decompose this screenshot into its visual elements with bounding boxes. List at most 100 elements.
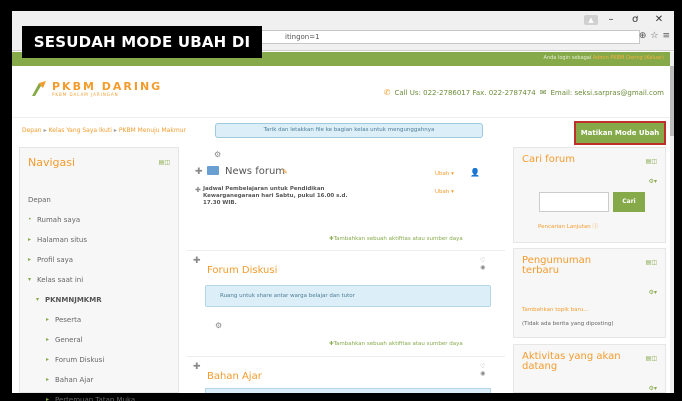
nav-item-profile[interactable]: ▸ Profil saya bbox=[28, 250, 176, 270]
browser-toolbar-icons: ⊕ ☆ ≡ bbox=[639, 31, 670, 41]
gear-icon[interactable]: ⚙ bbox=[215, 321, 222, 330]
section-title-materials[interactable]: Bahan Ajar bbox=[207, 371, 262, 382]
navigation-title: Navigasi bbox=[28, 156, 76, 169]
move-icon[interactable]: ✚ bbox=[193, 362, 201, 372]
chevron-down-icon: ▾ bbox=[36, 296, 40, 303]
user-icon[interactable]: 👤 bbox=[470, 168, 480, 177]
menu-icon[interactable]: ≡ bbox=[662, 31, 670, 41]
contact-info: ✆ Call Us: 022-2786017 Fax. 022-2787474 … bbox=[384, 88, 664, 97]
chevron-down-icon: ▾ bbox=[28, 276, 32, 283]
frame-left bbox=[0, 0, 12, 401]
gear-icon[interactable]: ⚙ bbox=[214, 150, 221, 159]
add-topic-link[interactable]: Tambahkan topik baru... bbox=[522, 307, 589, 313]
forum-icon bbox=[207, 166, 219, 175]
visibility-icon[interactable]: ♡ ◉ bbox=[480, 363, 485, 377]
nav-item-course-code[interactable]: ▾ PKNMNJMKMR bbox=[28, 290, 176, 310]
breadcrumb-item-course[interactable]: PKBM Menuju Makmur bbox=[119, 127, 186, 134]
minimize-button[interactable]: – bbox=[600, 13, 622, 27]
latest-news-title: Pengumuman terbaru bbox=[522, 255, 592, 276]
breadcrumb-separator: ▸ bbox=[43, 127, 47, 134]
visibility-icon[interactable]: ♡ ◉ bbox=[480, 257, 485, 271]
login-prefix: Anda login sebagai bbox=[543, 55, 592, 61]
chevron-right-icon: ▸ bbox=[46, 396, 50, 401]
block-controls-icon[interactable]: ▤◫ bbox=[159, 159, 170, 166]
logo-icon bbox=[30, 80, 48, 98]
chevron-right-icon: ▸ bbox=[46, 316, 50, 323]
site-header: PKBM DARING PKBM DALAM JARINGAN ✆ Call U… bbox=[12, 66, 674, 116]
upcoming-events-block: Aktivitas yang akan datang ▤◫ ⚙▾ bbox=[513, 344, 666, 393]
caption-banner: SESUDAH MODE UBAH DI KLIK bbox=[22, 26, 262, 83]
file-drop-hint: Tarik dan letakkan file ke bagian kelas … bbox=[215, 123, 483, 138]
edit-title-icon[interactable]: ✎ bbox=[282, 168, 288, 176]
translate-icon[interactable]: ⊕ bbox=[639, 31, 647, 41]
nav-item-site-pages[interactable]: ▸ Halaman situs bbox=[28, 230, 176, 250]
search-forums-title: Cari forum bbox=[522, 154, 576, 165]
search-button[interactable]: Cari bbox=[613, 192, 645, 212]
star-icon[interactable]: ☆ bbox=[650, 31, 658, 41]
section-title-forum[interactable]: Forum Diskusi bbox=[207, 265, 277, 276]
nav-item-meetings[interactable]: ▸ Pertemuan Tatap Muka bbox=[28, 390, 176, 401]
move-icon[interactable]: ✚ bbox=[195, 167, 203, 177]
search-input[interactable] bbox=[539, 192, 609, 212]
window-controls: ▲ – ơ ✕ bbox=[584, 13, 670, 27]
maximize-button[interactable]: ơ bbox=[624, 13, 646, 27]
frame-right bbox=[674, 0, 682, 401]
login-user-link[interactable]: Admin PKBM Daring (Keluar) bbox=[593, 55, 664, 61]
edit-menu-news[interactable]: Ubah ▾ bbox=[435, 171, 454, 177]
chevron-right-icon: ▸ bbox=[28, 256, 32, 263]
latest-news-block: Pengumuman terbaru ▤◫ ⚙▾ Tambahkan topik… bbox=[513, 248, 666, 338]
gear-icon[interactable]: ⚙▾ bbox=[649, 385, 657, 392]
move-icon[interactable]: ✚ bbox=[195, 186, 201, 194]
course-content: ⚙ ✚ News forum ✎ Ubah ▾ 👤 ✚ Jadwal Pembe… bbox=[187, 147, 505, 393]
breadcrumb-item-courses[interactable]: Kelas Yang Saya Ikuti bbox=[49, 127, 112, 134]
mail-icon: ✉ bbox=[539, 88, 547, 97]
section-bahan-ajar: ✚ Bahan Ajar ♡ ◉ bbox=[187, 357, 505, 393]
nav-item-current-course[interactable]: ▾ Kelas saat ini bbox=[28, 270, 176, 290]
chevron-right-icon: ▸ bbox=[46, 356, 50, 363]
breadcrumb-row: Depan ▸ Kelas Yang Saya Ikuti ▸ PKBM Menuju … bbox=[12, 117, 674, 147]
nav-item-general[interactable]: ▸ General bbox=[28, 330, 176, 350]
chevron-right-icon: ▸ bbox=[46, 336, 50, 343]
frame-top bbox=[0, 0, 682, 11]
section-summary-partial bbox=[205, 388, 491, 393]
move-icon[interactable]: ✚ bbox=[193, 256, 201, 266]
close-button[interactable]: ✕ bbox=[648, 13, 670, 27]
nav-item-home[interactable]: Depan bbox=[28, 190, 176, 210]
news-forum-link[interactable]: News forum bbox=[225, 166, 285, 177]
nav-item-dashboard[interactable]: • Rumah saya bbox=[28, 210, 176, 230]
schedule-label: Jadwal Pembelajaran untuk Pendidikan Kew… bbox=[203, 186, 348, 206]
breadcrumb-item-home[interactable]: Depan bbox=[22, 127, 42, 134]
bullet-icon: • bbox=[28, 216, 32, 223]
page-scrollbar[interactable] bbox=[670, 52, 674, 393]
contact-phone: Call Us: 022-2786017 Fax. 022-2787474 bbox=[394, 88, 536, 97]
login-info: Anda login sebagai Admin PKBM Daring (Ke… bbox=[544, 55, 664, 61]
breadcrumb: Depan ▸ Kelas Yang Saya Ikuti ▸ PKBM Menuju … bbox=[22, 127, 186, 134]
block-controls-icon[interactable]: ▤◫ bbox=[646, 158, 657, 165]
edit-menu-label[interactable]: Ubah ▾ bbox=[435, 189, 454, 195]
upcoming-events-title: Aktivitas yang akan datang bbox=[522, 351, 621, 372]
block-controls-icon[interactable]: ▤◫ bbox=[646, 355, 657, 362]
nav-item-materials[interactable]: ▸ Bahan Ajar bbox=[28, 370, 176, 390]
search-forums-block: Cari forum ▤◫ ⚙▾ Cari Pencarian Lanjutan… bbox=[513, 147, 666, 243]
gear-icon[interactable]: ⚙▾ bbox=[649, 289, 657, 296]
gear-icon[interactable]: ⚙▾ bbox=[649, 178, 657, 185]
navigation-block: Navigasi ▤◫ Depan • Rumah saya ▸ Halaman s… bbox=[19, 147, 179, 401]
breadcrumb-separator: ▸ bbox=[113, 127, 117, 134]
block-controls-icon[interactable]: ▤◫ bbox=[646, 259, 657, 266]
nav-item-forum[interactable]: ▸ Forum Diskusi bbox=[28, 350, 176, 370]
section-summary: Ruang untuk share antar warga belajar da… bbox=[205, 285, 491, 307]
section-forum-diskusi: ✚ Forum Diskusi ♡ ◉ Ruang untuk share ant… bbox=[187, 251, 505, 357]
nav-item-participants[interactable]: ▸ Peserta bbox=[28, 310, 176, 330]
chevron-right-icon: ▸ bbox=[46, 376, 50, 383]
add-activity-link[interactable]: ✚Tambahkan sebuah aktifitas atau sumber … bbox=[329, 341, 463, 347]
advanced-search-link[interactable]: Pencarian Lanjutan ⓘ bbox=[538, 222, 598, 230]
scrollbar-thumb[interactable] bbox=[670, 66, 674, 136]
add-activity-link[interactable]: ✚Tambahkan sebuah aktifitas atau sumber … bbox=[329, 236, 463, 242]
extension-icon[interactable]: ▲ bbox=[584, 15, 598, 25]
phone-icon: ✆ bbox=[383, 88, 391, 97]
chevron-right-icon: ▸ bbox=[28, 236, 32, 243]
section-general: ⚙ ✚ News forum ✎ Ubah ▾ 👤 ✚ Jadwal Pembe… bbox=[187, 147, 505, 251]
navigation-list: Depan • Rumah saya ▸ Halaman situs ▸ Profil… bbox=[28, 190, 176, 401]
turn-editing-off-button[interactable]: Matikan Mode Ubah bbox=[574, 121, 666, 145]
contact-email[interactable]: Email: seksi.sarpras@gmail.com bbox=[550, 89, 664, 97]
